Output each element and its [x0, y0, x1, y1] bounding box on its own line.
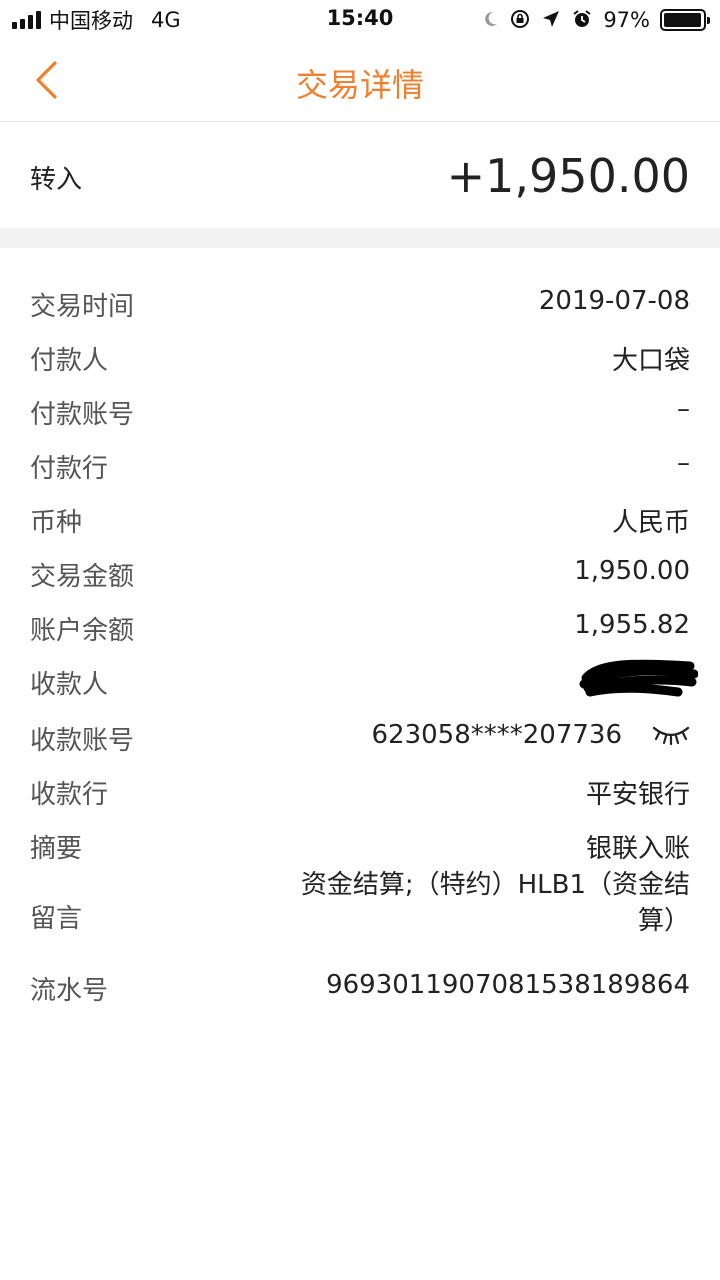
- amount-summary: 转入 +1,950.00: [0, 123, 720, 228]
- detail-label: 收款行: [30, 780, 109, 810]
- detail-label: 收款账号: [30, 726, 135, 756]
- nav-bar: 交易详情: [0, 40, 720, 122]
- detail-value-line1: 资金结算;（特约）HLB1（资金结: [300, 870, 690, 900]
- detail-value: 银联入账: [585, 834, 690, 864]
- transaction-amount: +1,950.00: [446, 149, 690, 203]
- moon-icon: [481, 10, 499, 31]
- page-title: 交易详情: [295, 66, 424, 104]
- detail-value: 平安银行: [585, 780, 690, 810]
- status-bar: 中国移动 4G 15:40 97%: [0, 0, 720, 40]
- detail-label: 账户余额: [30, 616, 135, 646]
- redaction-scribble: [579, 659, 698, 697]
- detail-label: 摘要: [30, 834, 83, 864]
- battery-icon: [660, 9, 710, 31]
- location-arrow-icon: [541, 9, 561, 32]
- detail-value: –: [677, 394, 690, 424]
- detail-value: –: [677, 448, 690, 478]
- detail-value: 大口袋: [611, 346, 690, 376]
- detail-label: 付款行: [30, 454, 109, 484]
- detail-value: 2019-07-08: [538, 286, 690, 316]
- detail-label: 付款账号: [30, 400, 135, 430]
- detail-value: 969301190708153818986​4: [326, 970, 690, 1000]
- section-divider: [0, 228, 720, 248]
- detail-label: 收款人: [30, 670, 109, 700]
- transaction-type-label: 转入: [30, 165, 83, 195]
- battery-percent: 97%: [603, 8, 650, 32]
- eye-closed-icon[interactable]: [650, 722, 692, 750]
- alarm-icon: [571, 8, 593, 33]
- detail-label: 流水号: [30, 976, 109, 1006]
- detail-value-line2: 算）: [637, 906, 690, 936]
- detail-label: 留言: [30, 904, 83, 934]
- detail-value: 1,955.82: [574, 610, 690, 640]
- detail-value: 1,950.00: [574, 556, 690, 586]
- detail-value: 人民币: [611, 508, 690, 538]
- battery-fill: [664, 13, 701, 27]
- detail-label: 币种: [30, 508, 83, 538]
- status-right: 97%: [481, 6, 710, 34]
- detail-label: 交易金额: [30, 562, 135, 592]
- detail-label: 付款人: [30, 346, 109, 376]
- detail-value: 623058****207736: [371, 720, 622, 750]
- rotation-lock-icon: [509, 8, 531, 33]
- detail-label: 交易时间: [30, 292, 135, 322]
